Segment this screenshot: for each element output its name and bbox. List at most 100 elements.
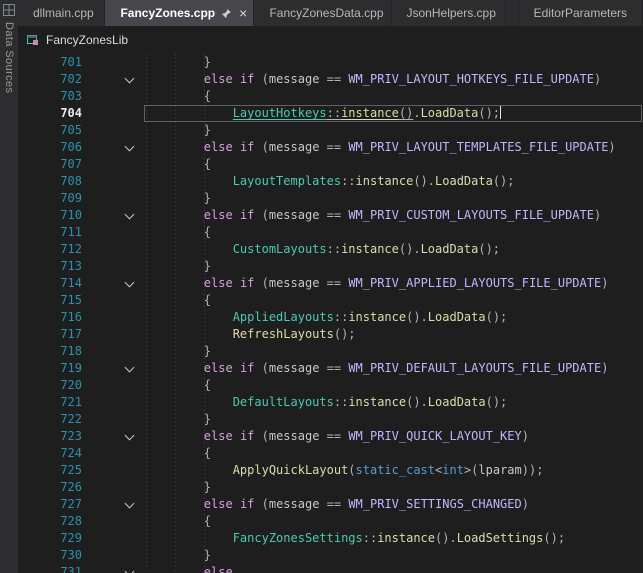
code-text[interactable]: { bbox=[144, 224, 643, 241]
code-text[interactable]: } bbox=[144, 343, 643, 360]
code-text[interactable]: { bbox=[144, 88, 643, 105]
line-number[interactable]: 728 bbox=[18, 513, 96, 530]
data-sources-icon bbox=[3, 3, 15, 15]
data-sources-tool-window-tab[interactable]: Data Sources bbox=[3, 22, 15, 93]
code-line: 714 else if (message == WM_PRIV_APPLIED_… bbox=[18, 275, 643, 292]
breadcrumb-project[interactable]: FancyZonesLib bbox=[46, 33, 128, 47]
code-text[interactable]: ApplyQuickLayout(static_cast<int>(lparam… bbox=[144, 462, 643, 479]
code-text[interactable]: } bbox=[144, 411, 643, 428]
tab-fancyzones-cpp[interactable]: FancyZones.cpp× bbox=[105, 0, 254, 26]
line-number[interactable]: 708 bbox=[18, 173, 96, 190]
line-number[interactable]: 715 bbox=[18, 292, 96, 309]
tab-editorparameters[interactable]: EditorParameters bbox=[518, 0, 643, 26]
code-text[interactable]: else if (message == WM_PRIV_QUICK_LAYOUT… bbox=[144, 428, 643, 445]
fold-chevron-icon[interactable] bbox=[114, 496, 144, 513]
code-text[interactable]: else if (message == WM_PRIV_CUSTOM_LAYOU… bbox=[144, 207, 643, 224]
line-number[interactable]: 709 bbox=[18, 190, 96, 207]
line-number[interactable]: 719 bbox=[18, 360, 96, 377]
tab-jsonhelpers-cpp[interactable]: JsonHelpers.cpp bbox=[392, 0, 506, 26]
line-number[interactable]: 707 bbox=[18, 156, 96, 173]
line-number[interactable]: 717 bbox=[18, 326, 96, 343]
line-number[interactable]: 712 bbox=[18, 241, 96, 258]
line-number[interactable]: 716 bbox=[18, 309, 96, 326]
code-text[interactable]: { bbox=[144, 513, 643, 530]
code-line: 725 ApplyQuickLayout(static_cast<int>(lp… bbox=[18, 462, 643, 479]
code-editor[interactable]: 701 }702 else if (message == WM_PRIV_LAY… bbox=[18, 54, 643, 573]
tab-dllmain-cpp[interactable]: dllmain.cpp bbox=[18, 0, 105, 26]
code-text[interactable]: } bbox=[144, 190, 643, 207]
fold-chevron-icon[interactable] bbox=[114, 360, 144, 377]
line-number[interactable]: 721 bbox=[18, 394, 96, 411]
left-dock-bar: Data Sources bbox=[0, 0, 18, 573]
code-text[interactable]: LayoutHotkeys::instance().LoadData(); bbox=[144, 105, 643, 122]
code-line: 709 } bbox=[18, 190, 643, 207]
code-text[interactable]: CustomLayouts::instance().LoadData(); bbox=[144, 241, 643, 258]
code-text[interactable]: } bbox=[144, 258, 643, 275]
line-number[interactable]: 710 bbox=[18, 207, 96, 224]
fold-gutter bbox=[114, 241, 144, 258]
pin-icon[interactable] bbox=[221, 8, 232, 19]
code-text[interactable]: else bbox=[144, 564, 643, 573]
code-line: 711 { bbox=[18, 224, 643, 241]
fold-gutter bbox=[114, 88, 144, 105]
line-number[interactable]: 724 bbox=[18, 445, 96, 462]
code-line: 731 else bbox=[18, 564, 643, 573]
line-number[interactable]: 713 bbox=[18, 258, 96, 275]
close-icon[interactable]: × bbox=[239, 6, 247, 20]
line-number[interactable]: 704 bbox=[18, 105, 96, 122]
code-text[interactable]: else if (message == WM_PRIV_LAYOUT_HOTKE… bbox=[144, 71, 643, 88]
line-number[interactable]: 723 bbox=[18, 428, 96, 445]
code-text[interactable]: { bbox=[144, 377, 643, 394]
code-text[interactable]: } bbox=[144, 54, 643, 71]
line-number[interactable]: 726 bbox=[18, 479, 96, 496]
line-number[interactable]: 701 bbox=[18, 54, 96, 71]
code-text[interactable]: { bbox=[144, 292, 643, 309]
line-number[interactable]: 705 bbox=[18, 122, 96, 139]
fold-gutter bbox=[114, 445, 144, 462]
code-text[interactable]: DefaultLayouts::instance().LoadData(); bbox=[144, 394, 643, 411]
code-text[interactable]: else if (message == WM_PRIV_DEFAULT_LAYO… bbox=[144, 360, 643, 377]
code-line: 720 { bbox=[18, 377, 643, 394]
line-number[interactable]: 703 bbox=[18, 88, 96, 105]
fold-gutter bbox=[114, 394, 144, 411]
line-number[interactable]: 711 bbox=[18, 224, 96, 241]
tab-fancyzonesdata-cpp[interactable]: FancyZonesData.cpp bbox=[254, 0, 391, 26]
code-line: 721 DefaultLayouts::instance().LoadData(… bbox=[18, 394, 643, 411]
fold-gutter bbox=[114, 190, 144, 207]
line-number[interactable]: 720 bbox=[18, 377, 96, 394]
code-text[interactable]: FancyZonesSettings::instance().LoadSetti… bbox=[144, 530, 643, 547]
code-text[interactable]: } bbox=[144, 547, 643, 564]
code-text[interactable]: { bbox=[144, 156, 643, 173]
code-text[interactable]: else if (message == WM_PRIV_SETTINGS_CHA… bbox=[144, 496, 643, 513]
fold-gutter bbox=[114, 258, 144, 275]
code-text[interactable]: else if (message == WM_PRIV_LAYOUT_TEMPL… bbox=[144, 139, 643, 156]
code-line: 729 FancyZonesSettings::instance().LoadS… bbox=[18, 530, 643, 547]
line-number[interactable]: 730 bbox=[18, 547, 96, 564]
code-line: 707 { bbox=[18, 156, 643, 173]
fold-chevron-icon[interactable] bbox=[114, 139, 144, 156]
fold-chevron-icon[interactable] bbox=[114, 428, 144, 445]
code-text[interactable]: else if (message == WM_PRIV_APPLIED_LAYO… bbox=[144, 275, 643, 292]
line-number[interactable]: 722 bbox=[18, 411, 96, 428]
line-number[interactable]: 706 bbox=[18, 139, 96, 156]
code-line: 702 else if (message == WM_PRIV_LAYOUT_H… bbox=[18, 71, 643, 88]
code-text[interactable]: { bbox=[144, 445, 643, 462]
code-text[interactable]: AppliedLayouts::instance().LoadData(); bbox=[144, 309, 643, 326]
fold-chevron-icon[interactable] bbox=[114, 275, 144, 292]
fold-chevron-icon[interactable] bbox=[114, 71, 144, 88]
line-number[interactable]: 725 bbox=[18, 462, 96, 479]
code-text[interactable]: RefreshLayouts(); bbox=[144, 326, 643, 343]
fold-chevron-icon[interactable] bbox=[114, 564, 144, 573]
code-text[interactable]: } bbox=[144, 479, 643, 496]
code-text[interactable]: } bbox=[144, 122, 643, 139]
tab-label: FancyZonesData.cpp bbox=[269, 6, 383, 20]
fold-chevron-icon[interactable] bbox=[114, 207, 144, 224]
line-number[interactable]: 729 bbox=[18, 530, 96, 547]
code-text[interactable]: LayoutTemplates::instance().LoadData(); bbox=[144, 173, 643, 190]
line-number[interactable]: 727 bbox=[18, 496, 96, 513]
line-number[interactable]: 702 bbox=[18, 71, 96, 88]
line-number[interactable]: 731 bbox=[18, 564, 96, 573]
line-number[interactable]: 714 bbox=[18, 275, 96, 292]
line-number[interactable]: 718 bbox=[18, 343, 96, 360]
fold-gutter bbox=[114, 54, 144, 71]
